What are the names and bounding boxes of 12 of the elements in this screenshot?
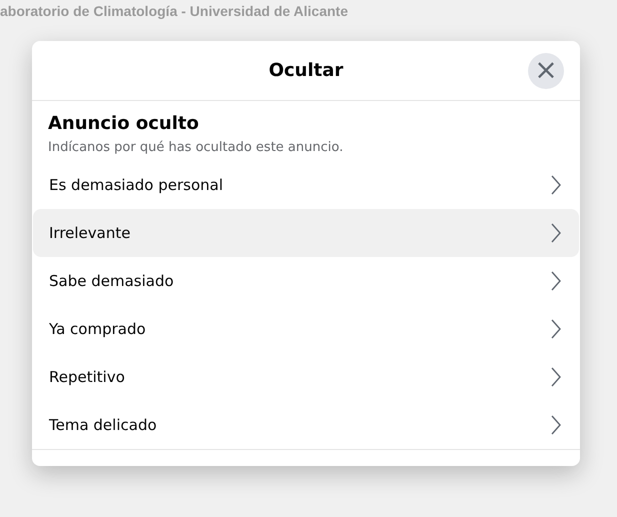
close-button[interactable]: × (528, 53, 564, 89)
page-title: aboratorio de Climatología - Universidad de Alicante (0, 3, 348, 21)
chevron-icon (551, 271, 561, 291)
dialog-title: Ocultar (268, 60, 344, 81)
chevron-icon (551, 319, 561, 339)
section-heading: Anuncio oculto (47, 113, 200, 134)
chevron-icon (551, 415, 561, 435)
section-description: Indícanos por qué has ocultado este anuncio. (47, 139, 344, 157)
chevron-icon (551, 223, 561, 243)
chevron-icon (551, 367, 561, 387)
chevron-icon (551, 175, 561, 195)
option-row[interactable]: Irrelevante (33, 209, 579, 257)
